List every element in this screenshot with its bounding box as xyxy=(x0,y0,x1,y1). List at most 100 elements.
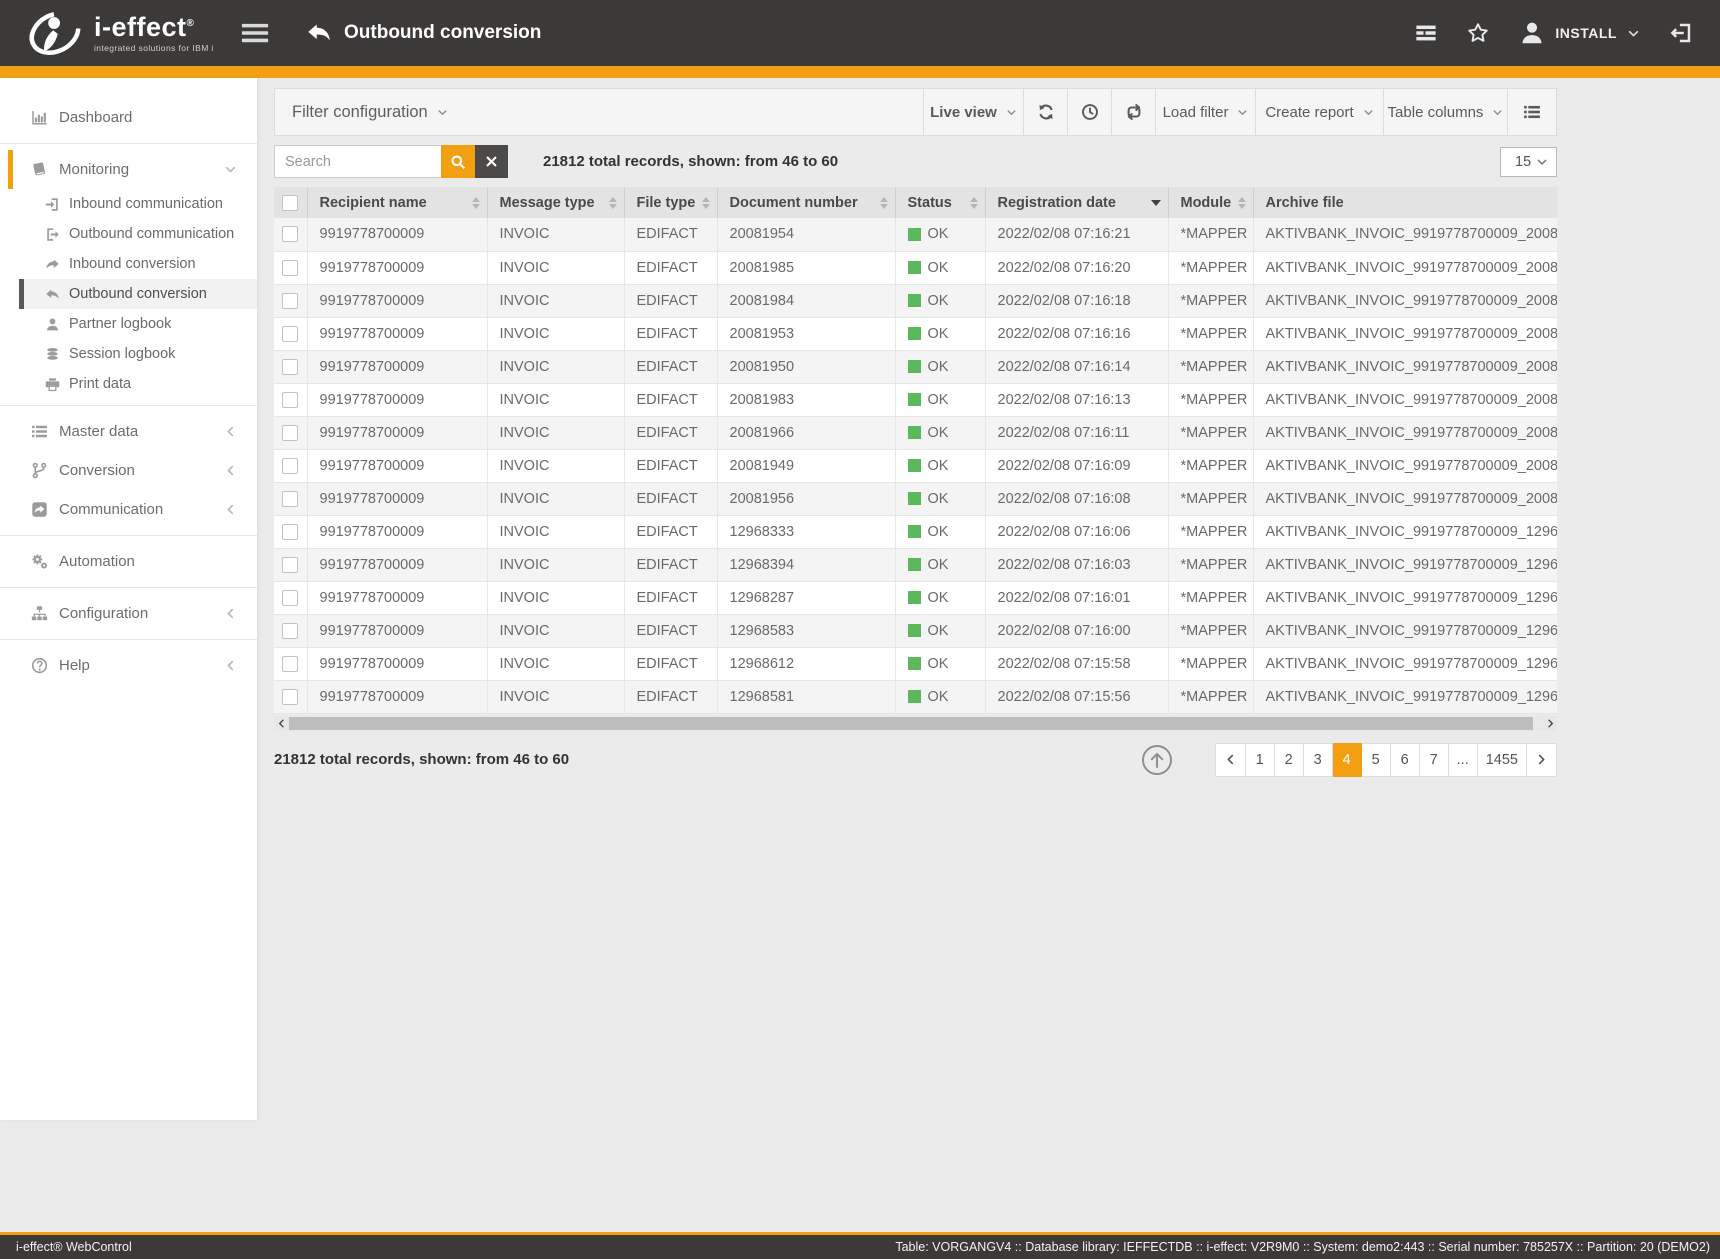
table-row[interactable]: 9919778700009 INVOIC EDIFACT 12968583 OK… xyxy=(274,614,1557,647)
row-checkbox[interactable] xyxy=(282,260,298,276)
records-summary-bottom: 21812 total records, shown: from 46 to 6… xyxy=(274,751,569,768)
sidebar-item-communication[interactable]: Communication xyxy=(8,490,257,529)
cell-document-number: 20081953 xyxy=(717,317,895,350)
table-row[interactable]: 9919778700009 INVOIC EDIFACT 20081954 OK… xyxy=(274,218,1557,251)
column-header-file-type[interactable]: File type xyxy=(624,187,717,218)
table-row[interactable]: 9919778700009 INVOIC EDIFACT 20081956 OK… xyxy=(274,482,1557,515)
row-checkbox[interactable] xyxy=(282,293,298,309)
row-checkbox[interactable] xyxy=(282,326,298,342)
app-logo[interactable]: i-effect® integrated solutions for IBM i xyxy=(0,7,232,59)
pagination-page-6[interactable]: 6 xyxy=(1391,743,1420,777)
table-row[interactable]: 9919778700009 INVOIC EDIFACT 12968287 OK… xyxy=(274,581,1557,614)
table-row[interactable]: 9919778700009 INVOIC EDIFACT 12968612 OK… xyxy=(274,647,1557,680)
row-checkbox[interactable] xyxy=(282,226,298,242)
column-header-archive-file[interactable]: Archive file xyxy=(1253,187,1557,218)
sort-icon xyxy=(472,197,480,209)
pagination-page-3[interactable]: 3 xyxy=(1304,743,1333,777)
live-view-dropdown[interactable]: Live view xyxy=(924,89,1024,135)
logout-icon[interactable] xyxy=(1670,22,1692,44)
pagination-page-4[interactable]: 4 xyxy=(1333,743,1362,777)
table-row[interactable]: 9919778700009 INVOIC EDIFACT 20081983 OK… xyxy=(274,383,1557,416)
view-options-button[interactable] xyxy=(1508,89,1556,135)
statusbar-system-info: Table: VORGANGV4 :: Database library: IE… xyxy=(895,1240,1710,1254)
row-checkbox[interactable] xyxy=(282,458,298,474)
favorites-star-icon[interactable] xyxy=(1467,22,1489,44)
sidebar-item-inbound-communication[interactable]: Inbound communication xyxy=(19,189,257,219)
row-checkbox[interactable] xyxy=(282,656,298,672)
sidebar-item-outbound-communication[interactable]: Outbound communication xyxy=(19,219,257,249)
column-header-status[interactable]: Status xyxy=(895,187,985,218)
table-row[interactable]: 9919778700009 INVOIC EDIFACT 12968581 OK… xyxy=(274,680,1557,713)
table-row[interactable]: 9919778700009 INVOIC EDIFACT 20081949 OK… xyxy=(274,449,1557,482)
sidebar-item-outbound-conversion[interactable]: Outbound conversion xyxy=(19,279,257,309)
row-checkbox[interactable] xyxy=(282,689,298,705)
table-columns-dropdown[interactable]: Table columns xyxy=(1384,89,1508,135)
logo-subtitle: integrated solutions for IBM i xyxy=(94,43,214,53)
cell-module: *MAPPER xyxy=(1168,218,1253,251)
pagination-ellipsis[interactable]: ... xyxy=(1449,743,1478,777)
select-all-header[interactable] xyxy=(274,187,307,218)
load-filter-dropdown[interactable]: Load filter xyxy=(1156,89,1256,135)
row-checkbox[interactable] xyxy=(282,491,298,507)
search-input[interactable] xyxy=(274,145,441,178)
auto-reload-button[interactable] xyxy=(1112,89,1156,135)
sidebar-item-conversion[interactable]: Conversion xyxy=(8,451,257,490)
sidebar-item-help[interactable]: Help xyxy=(8,646,257,685)
horizontal-scrollbar[interactable] xyxy=(274,716,1557,731)
table-row[interactable]: 9919778700009 INVOIC EDIFACT 20081985 OK… xyxy=(274,251,1557,284)
top-header: i-effect® integrated solutions for IBM i… xyxy=(0,0,1720,66)
page-size-select[interactable]: 15 xyxy=(1500,147,1557,177)
scrollbar-thumb[interactable] xyxy=(289,717,1533,730)
table-row[interactable]: 9919778700009 INVOIC EDIFACT 20081966 OK… xyxy=(274,416,1557,449)
pagination-page-5[interactable]: 5 xyxy=(1362,743,1391,777)
table-row[interactable]: 9919778700009 INVOIC EDIFACT 20081953 OK… xyxy=(274,317,1557,350)
sidebar-item-monitoring[interactable]: Monitoring xyxy=(8,150,257,189)
hamburger-menu-icon[interactable] xyxy=(240,18,270,48)
back-to-top-button[interactable] xyxy=(1141,744,1173,776)
select-all-checkbox[interactable] xyxy=(282,195,298,211)
sidebar-item-configuration[interactable]: Configuration xyxy=(8,594,257,633)
cell-message-type: INVOIC xyxy=(487,482,624,515)
filter-configuration-dropdown[interactable]: Filter configuration xyxy=(275,89,924,135)
sidebar-item-partner-logbook[interactable]: Partner logbook xyxy=(19,309,257,339)
row-checkbox[interactable] xyxy=(282,557,298,573)
column-header-registration-date[interactable]: Registration date xyxy=(985,187,1168,218)
column-header-module[interactable]: Module xyxy=(1168,187,1253,218)
sidebar-item-session-logbook[interactable]: Session logbook xyxy=(19,339,257,369)
search-button[interactable] xyxy=(441,145,475,178)
scroll-left-icon[interactable] xyxy=(274,716,288,731)
row-checkbox[interactable] xyxy=(282,359,298,375)
sidebar-item-master-data[interactable]: Master data xyxy=(8,412,257,451)
table-row[interactable]: 9919778700009 INVOIC EDIFACT 20081984 OK… xyxy=(274,284,1557,317)
column-header-document-number[interactable]: Document number xyxy=(717,187,895,218)
system-list-icon[interactable] xyxy=(1415,22,1437,44)
sidebar-item-automation[interactable]: Automation xyxy=(8,542,257,581)
pagination-page-2[interactable]: 2 xyxy=(1275,743,1304,777)
table-row[interactable]: 9919778700009 INVOIC EDIFACT 12968333 OK… xyxy=(274,515,1557,548)
column-header-message-type[interactable]: Message type xyxy=(487,187,624,218)
column-header-recipient-name[interactable]: Recipient name xyxy=(307,187,487,218)
row-checkbox[interactable] xyxy=(282,623,298,639)
status-ok-icon xyxy=(908,492,921,505)
scroll-right-icon[interactable] xyxy=(1543,716,1557,731)
pagination-page-1[interactable]: 1 xyxy=(1246,743,1275,777)
pagination-prev[interactable] xyxy=(1215,743,1246,777)
sidebar-item-inbound-conversion[interactable]: Inbound conversion xyxy=(19,249,257,279)
row-checkbox[interactable] xyxy=(282,524,298,540)
pagination-page-1455[interactable]: 1455 xyxy=(1478,743,1527,777)
table-row[interactable]: 9919778700009 INVOIC EDIFACT 12968394 OK… xyxy=(274,548,1557,581)
sidebar-item-print-data[interactable]: Print data xyxy=(19,369,257,399)
create-report-dropdown[interactable]: Create report xyxy=(1256,89,1384,135)
row-checkbox[interactable] xyxy=(282,590,298,606)
cell-message-type: INVOIC xyxy=(487,383,624,416)
refresh-button[interactable] xyxy=(1024,89,1068,135)
row-checkbox[interactable] xyxy=(282,392,298,408)
pagination-page-7[interactable]: 7 xyxy=(1420,743,1449,777)
pagination-next[interactable] xyxy=(1527,743,1557,777)
clear-search-button[interactable] xyxy=(475,145,508,178)
user-menu[interactable]: INSTALL xyxy=(1519,20,1640,46)
sidebar-item-dashboard[interactable]: Dashboard xyxy=(8,98,257,137)
schedule-button[interactable] xyxy=(1068,89,1112,135)
row-checkbox[interactable] xyxy=(282,425,298,441)
table-row[interactable]: 9919778700009 INVOIC EDIFACT 20081950 OK… xyxy=(274,350,1557,383)
